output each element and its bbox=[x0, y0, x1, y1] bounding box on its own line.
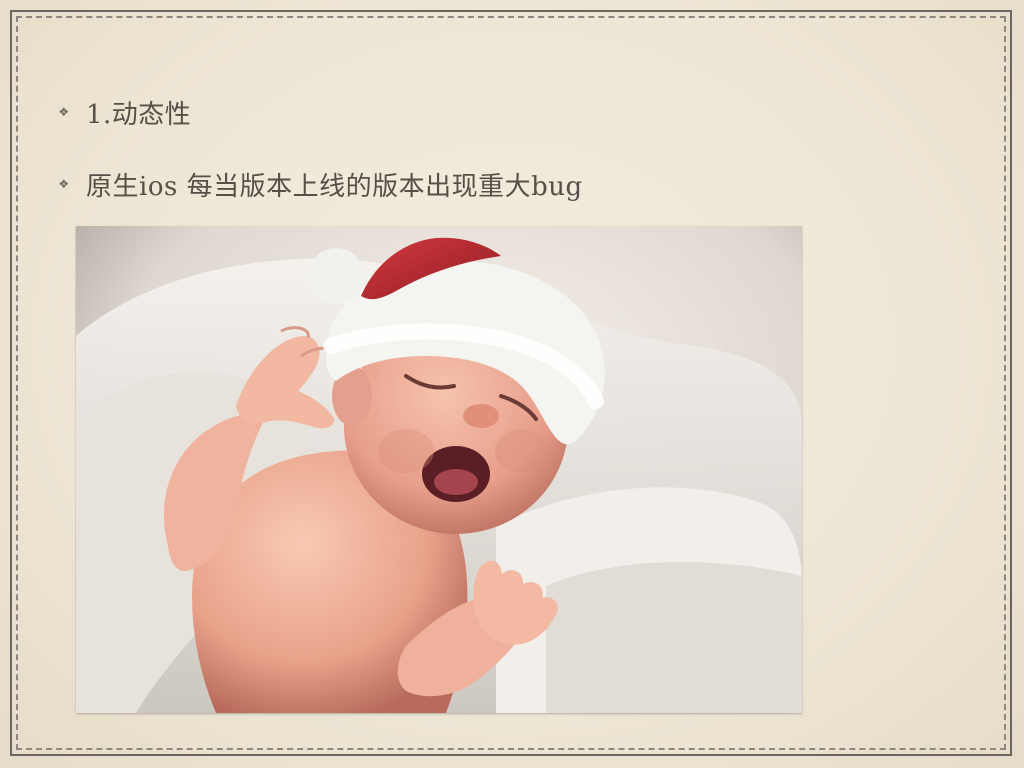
bullet-item-1: ❖ 1.动态性 bbox=[56, 92, 936, 132]
diamond-flower-bullet-icon: ❖ bbox=[58, 105, 70, 119]
slide: ❖ 1.动态性 ❖ 原生ios 每当版本上线的版本出现重大bug bbox=[0, 0, 1024, 768]
baby-photo-illustration bbox=[76, 226, 802, 713]
bullet-list: ❖ 1.动态性 ❖ 原生ios 每当版本上线的版本出现重大bug bbox=[56, 92, 936, 236]
baby-photo bbox=[76, 226, 802, 713]
bullet-item-2: ❖ 原生ios 每当版本上线的版本出现重大bug bbox=[56, 164, 936, 204]
bullet-text-1: 1.动态性 bbox=[86, 99, 192, 130]
diamond-flower-bullet-icon: ❖ bbox=[58, 177, 70, 191]
bullet-text-2: 原生ios 每当版本上线的版本出现重大bug bbox=[86, 171, 583, 202]
